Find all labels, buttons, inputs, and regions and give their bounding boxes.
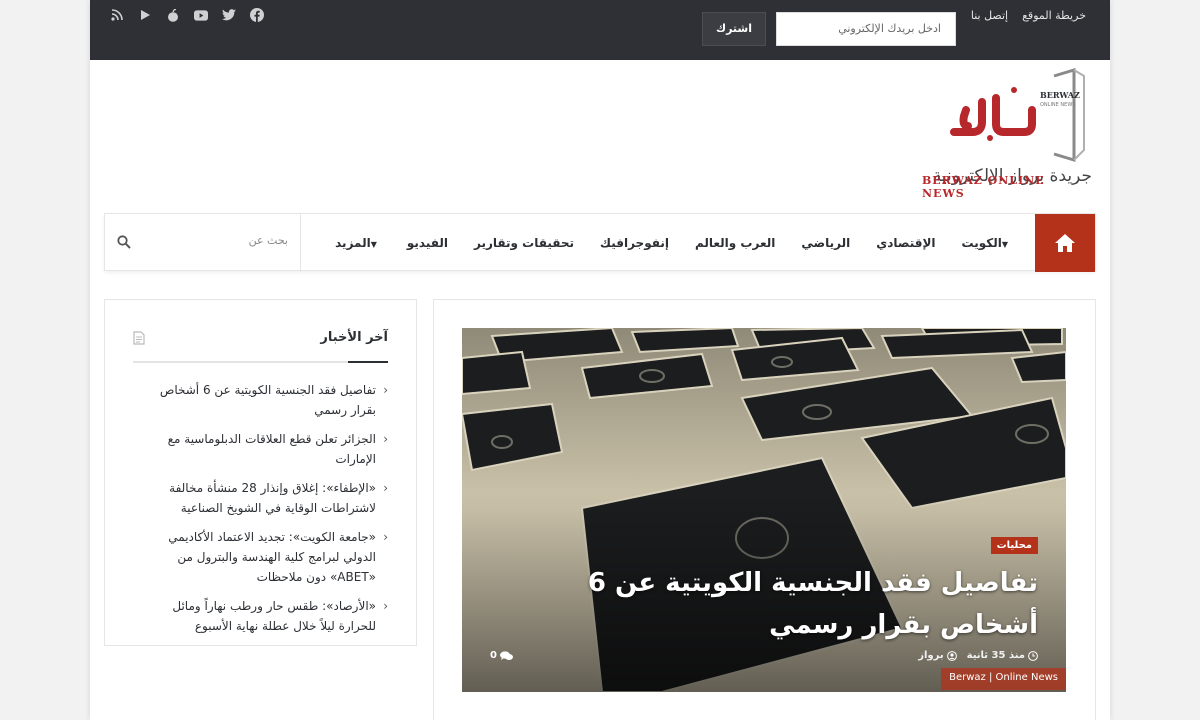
image-watermark: Berwaz | Online News [941, 668, 1066, 690]
sitemap-link[interactable]: خريطة الموقع [1022, 9, 1086, 22]
svg-text:BERWAZ: BERWAZ [1040, 90, 1080, 100]
comment-count[interactable]: 0 [490, 650, 513, 661]
post-time: منذ 35 ثانية [966, 650, 1025, 661]
clock-icon [1028, 650, 1038, 661]
home-icon [1055, 234, 1075, 252]
user-icon [946, 650, 957, 661]
featured-title[interactable]: تفاصيل فقد الجنسية الكويتية عن 6 أشخاص ب… [568, 562, 1038, 646]
nav-item-label: الرياضي [801, 236, 851, 250]
top-links: خريطة الموقع إتصل بنا [971, 9, 1086, 22]
latest-news-widget: آخر الأخبار تفاصيل فقد الجنسية الكويتية … [104, 299, 417, 646]
home-button[interactable] [1035, 214, 1095, 272]
featured-article[interactable]: محليات تفاصيل فقد الجنسية الكويتية عن 6 … [462, 328, 1066, 692]
list-item[interactable]: تفاصيل فقد الجنسية الكويتية عن 6 أشخاص ب… [133, 380, 388, 420]
list-item[interactable]: «جامعة الكويت»: تجديد الاعتماد الأكاديمي… [133, 527, 388, 587]
search-box: بحث عن [105, 214, 301, 272]
nav-item-label: العرب والعالم [694, 236, 776, 250]
youtube-icon[interactable] [194, 8, 208, 22]
nav-item-label: الكويت [961, 236, 1002, 250]
nav-item-video[interactable]: الفيديو [394, 236, 461, 250]
page: خريطة الموقع إتصل بنا ادخل بريدك الإلكتر… [90, 0, 1110, 720]
main-content: محليات تفاصيل فقد الجنسية الكويتية عن 6 … [433, 299, 1096, 720]
nav-item-reports[interactable]: تحقيقات وتقارير [461, 236, 587, 250]
svg-text:ONLINE NEWS: ONLINE NEWS [1040, 102, 1075, 108]
logo-english-text: BERWAZ ONLINE NEWS [922, 174, 1045, 200]
facebook-icon[interactable] [250, 8, 264, 22]
twitter-icon[interactable] [222, 8, 236, 22]
site-logo[interactable]: BERWAZ ONLINE NEWS جريدة برواز الإلكترون… [922, 68, 1092, 208]
widget-title: آخر الأخبار [320, 330, 388, 345]
nav-item-sports[interactable]: الرياضي [788, 236, 863, 250]
nav-item-label: الإقتصادي [876, 236, 936, 250]
time-meta: منذ 35 ثانية [967, 650, 1038, 661]
widget-divider-accent [348, 361, 388, 363]
social-links [110, 8, 264, 22]
featured-meta: برواز منذ 35 ثانية [918, 650, 1038, 661]
main-nav: الكويت▼ الإقتصادي الرياضي العرب والعالم … [104, 213, 1096, 272]
list-item[interactable]: «الأرصاد»: طقس حار ورطب نهاراً ومائل للح… [133, 596, 388, 636]
nav-item-label: الفيديو [406, 236, 448, 250]
nav-item-infographic[interactable]: إنفوجرافيك [587, 236, 682, 250]
nav-item-more[interactable]: المزيد▼ [322, 236, 394, 250]
comments-icon [499, 650, 513, 660]
nav-item-label: إنفوجرافيك [600, 236, 669, 250]
nav-item-economy[interactable]: الإقتصادي [863, 236, 948, 250]
nav-item-kuwait[interactable]: الكويت▼ [949, 236, 1026, 250]
chevron-down-icon: ▼ [370, 240, 377, 249]
email-input[interactable]: ادخل بريدك الإلكتروني [776, 12, 956, 46]
logo-mark: BERWAZ ONLINE NEWS [950, 68, 1085, 163]
contact-link[interactable]: إتصل بنا [971, 9, 1008, 22]
latest-news-list: تفاصيل فقد الجنسية الكويتية عن 6 أشخاص ب… [133, 380, 388, 645]
widget-divider [133, 361, 388, 363]
nav-menu: الكويت▼ الإقتصادي الرياضي العرب والعالم … [322, 214, 1025, 272]
author-name[interactable]: برواز [918, 650, 943, 661]
author-meta: برواز [918, 650, 957, 661]
nav-item-world[interactable]: العرب والعالم [682, 236, 788, 250]
document-icon [133, 330, 145, 349]
search-icon[interactable] [117, 234, 131, 253]
subscribe-button[interactable]: اشترك [702, 12, 766, 46]
search-input[interactable]: بحث عن [249, 234, 288, 247]
nav-item-label: المزيد [335, 236, 371, 250]
top-bar: خريطة الموقع إتصل بنا ادخل بريدك الإلكتر… [90, 0, 1110, 60]
comment-count-value: 0 [490, 650, 497, 661]
chevron-down-icon: ▼ [1001, 240, 1008, 249]
apple-icon[interactable] [166, 8, 180, 22]
nav-item-label: تحقيقات وتقارير [473, 236, 575, 250]
rss-icon[interactable] [110, 8, 124, 22]
list-item[interactable]: الجزائر تعلن قطع العلاقات الدبلوماسية مع… [133, 429, 388, 469]
category-badge[interactable]: محليات [990, 537, 1038, 554]
play-icon[interactable] [138, 8, 152, 22]
list-item[interactable]: «الإطفاء»: إغلاق وإنذار 28 منشأة مخالفة … [133, 478, 388, 518]
